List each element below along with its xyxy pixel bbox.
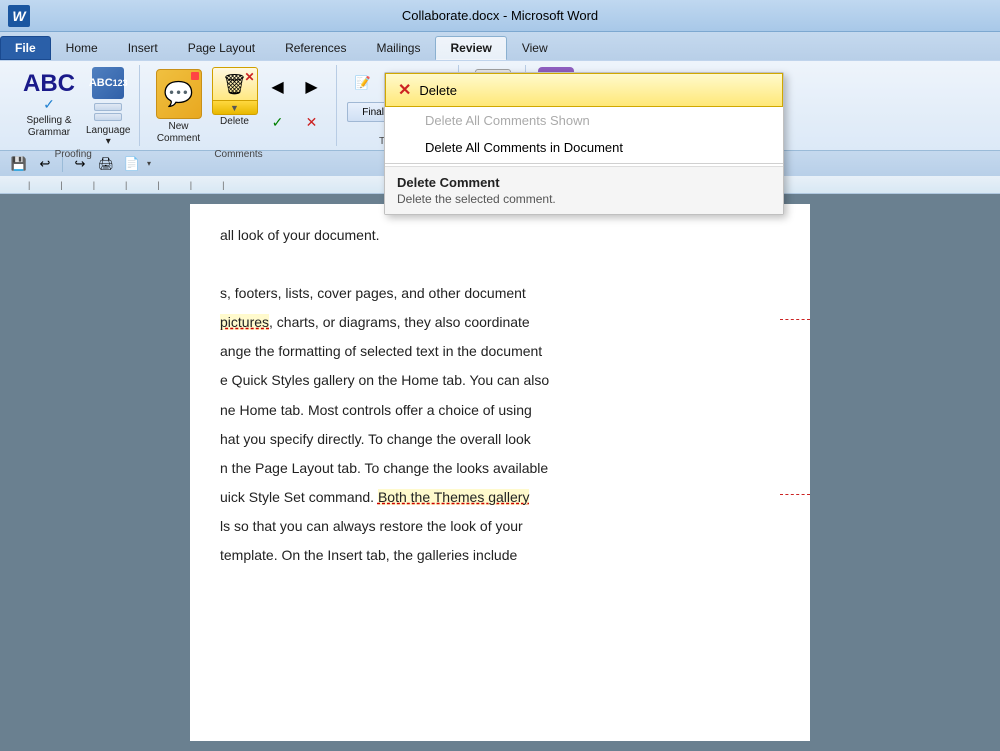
comments-group: 💬 NewComment 🗑 ✕ ▼ Delete ◀ [142, 65, 337, 146]
tab-review[interactable]: Review [435, 36, 506, 60]
document-area: all look of your document. s, footers, l… [0, 194, 1000, 751]
title-text: Collaborate.docx - Microsoft Word [402, 8, 598, 23]
tab-insert[interactable]: Insert [113, 36, 173, 60]
accept-button[interactable]: ✓ [262, 106, 294, 138]
comments-items: 💬 NewComment 🗑 ✕ ▼ Delete ◀ [150, 67, 328, 147]
reject-button[interactable]: ✕ [296, 106, 328, 138]
tab-file[interactable]: File [0, 36, 51, 60]
para-5: ange the formatting of selected text in … [220, 340, 780, 363]
tab-mailings[interactable]: Mailings [361, 36, 435, 60]
tab-references[interactable]: References [270, 36, 361, 60]
para-6: e Quick Styles gallery on the Home tab. … [220, 369, 780, 392]
spacer-icon [397, 113, 417, 128]
para-12: template. On the Insert tab, the galleri… [220, 544, 780, 567]
delete-x-icon: ✕ [244, 70, 254, 84]
dropdown-delete-item[interactable]: ✕ Delete [385, 73, 783, 107]
delete-button[interactable]: 🗑 ✕ ▼ Delete [212, 67, 258, 127]
language-icon: ABC123 [92, 67, 124, 99]
new-comment-label: NewComment [157, 121, 200, 145]
delete-item-icon: ✕ [398, 80, 411, 100]
delete-dropdown-menu: ✕ Delete Delete All Comments Shown Delet… [384, 72, 784, 215]
document-content: all look of your document. s, footers, l… [220, 224, 780, 567]
track-changes-button[interactable]: 📝 [347, 67, 379, 99]
delete-label: Delete [220, 116, 249, 127]
language-label: Language▾ [86, 125, 131, 147]
tab-bar: File Home Insert Page Layout References … [0, 32, 1000, 60]
document-wrapper: all look of your document. s, footers, l… [0, 194, 1000, 751]
print-button[interactable]: 🖨 [95, 154, 117, 174]
tooltip-description: Delete the selected comment. [397, 192, 771, 206]
undo-button[interactable]: ↩ [34, 154, 56, 174]
tab-view[interactable]: View [507, 36, 563, 60]
previous-comment-button[interactable]: ◀ [262, 71, 294, 103]
comments-label: Comments [214, 147, 262, 160]
save-button[interactable]: 💾 [8, 154, 30, 174]
highlight-themes: Both the Themes gallery [378, 489, 530, 505]
dropdown-tooltip: Delete Comment Delete the selected comme… [385, 166, 783, 214]
tooltip-title: Delete Comment [397, 175, 771, 190]
new-comment-button[interactable]: 💬 NewComment [150, 67, 208, 147]
language-area: ABC123 Language▾ [86, 67, 131, 147]
dropdown-separator [385, 163, 783, 164]
para-11: ls so that you can always restore the lo… [220, 515, 780, 538]
para-10: uick Style Set command. Both the Themes … [220, 486, 780, 509]
connector-1 [780, 319, 810, 320]
proofing-group: ABC ✓ Spelling &Grammar ABC123 Language▾… [8, 65, 140, 146]
highlight-pictures: pictures [220, 314, 269, 330]
track-buttons: ◀ ▶ ✓ ✕ [262, 67, 328, 138]
abc-icon: ABC [23, 72, 75, 96]
new-comment-icon: 💬 [156, 69, 202, 119]
connector-2 [780, 494, 810, 495]
quick-access-dropdown[interactable]: ▾ [147, 159, 151, 168]
dropdown-delete-all-item[interactable]: Delete All Comments in Document [385, 134, 783, 161]
delete-icon-area: 🗑 ✕ [212, 67, 258, 101]
spacer-icon2 [397, 140, 417, 155]
word-icon: W [8, 5, 30, 27]
para-9: n the Page Layout tab. To change the loo… [220, 457, 780, 480]
para-4: pictures, charts, or diagrams, they also… [220, 311, 780, 334]
para-7: ne Home tab. Most controls offer a choic… [220, 399, 780, 422]
spelling-label: Spelling &Grammar [26, 115, 71, 139]
dropdown-delete-all-shown-label: Delete All Comments Shown [425, 113, 590, 128]
new-document-button[interactable]: 📄 [121, 154, 143, 174]
document-page: all look of your document. s, footers, l… [190, 204, 810, 741]
para-1: all look of your document. [220, 224, 780, 247]
track-row1: ◀ ▶ [262, 71, 328, 103]
delete-icon: 🗑 [222, 72, 247, 97]
lang-bar1 [94, 103, 122, 111]
title-bar: W Collaborate.docx - Microsoft Word [0, 0, 1000, 32]
lang-bar2 [94, 113, 122, 121]
dropdown-delete-all-shown-item: Delete All Comments Shown [385, 107, 783, 134]
next-comment-button[interactable]: ▶ [296, 71, 328, 103]
dropdown-delete-all-label: Delete All Comments in Document [425, 140, 623, 155]
spelling-grammar-button[interactable]: ABC ✓ Spelling &Grammar [16, 67, 82, 144]
dropdown-delete-label: Delete [419, 83, 457, 98]
proofing-items: ABC ✓ Spelling &Grammar ABC123 Language▾ [16, 67, 131, 147]
checkmark-icon: ✓ [43, 96, 55, 113]
para-3: s, footers, lists, cover pages, and othe… [220, 282, 780, 305]
tab-pagelayout[interactable]: Page Layout [173, 36, 270, 60]
para-8: hat you specify directly. To change the … [220, 428, 780, 451]
track-row2: ✓ ✕ [262, 106, 328, 138]
delete-dropdown-arrow[interactable]: ▼ [212, 101, 258, 115]
tab-home[interactable]: Home [51, 36, 113, 60]
proofing-label: Proofing [55, 147, 92, 160]
para-2 [220, 253, 780, 276]
